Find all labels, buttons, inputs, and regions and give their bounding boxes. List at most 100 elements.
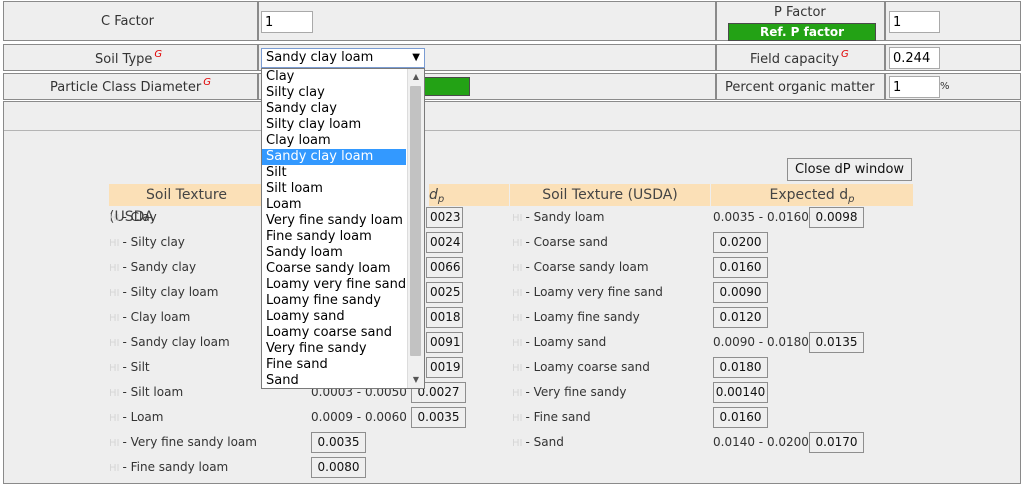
ref-p-factor-button[interactable]: Ref. P factor <box>728 23 876 41</box>
hi-marker: HI <box>512 313 523 324</box>
soil-type-option[interactable]: Fine sandy loam <box>262 229 406 245</box>
left-dp-value-button[interactable]: 0.0035 <box>411 407 466 428</box>
right-dp-value-button[interactable]: 0.0135 <box>809 332 864 353</box>
left-row-text: - Fine sandy loam <box>122 460 229 474</box>
p-factor-input-cell <box>885 1 1021 41</box>
left-row-label: HI - Clay <box>109 210 157 224</box>
right-dp-value-button[interactable]: 0.0098 <box>809 207 864 228</box>
soil-type-option[interactable]: Sandy clay <box>262 101 406 117</box>
field-capacity-text: Field capacity <box>750 52 840 67</box>
close-dp-window-button[interactable]: Close dP window <box>787 158 912 181</box>
soil-type-option[interactable]: Loamy very fine sand <box>262 277 406 293</box>
hi-marker: HI <box>109 438 120 449</box>
right-dp-value-button[interactable]: 0.0120 <box>713 307 768 328</box>
left-row-label: HI - Sandy clay loam <box>109 335 230 349</box>
soil-type-option[interactable]: Silt <box>262 165 406 181</box>
scroll-up-icon[interactable]: ▲ <box>408 69 424 85</box>
hi-marker: HI <box>109 263 120 274</box>
particle-class-text: Particle Class Diameter <box>50 80 202 95</box>
soil-type-option-list: Clay Silty clay Sandy clay Silty clay loam C… <box>262 69 424 388</box>
dp-window-panel: Close dP window Soil Texture (USDA dp So… <box>3 101 1021 484</box>
right-dp-range: 0.0140 - 0.0200 <box>713 435 809 449</box>
organic-matter-label: Percent organic matter <box>725 80 875 95</box>
dropdown-scrollbar[interactable]: ▲ ▼ <box>407 69 424 388</box>
right-dp-value-button[interactable]: 0.0180 <box>713 357 768 378</box>
right-dp-value-button[interactable]: 0.0090 <box>713 282 768 303</box>
soil-type-dropdown: Clay Silty clay Sandy clay Silty clay loam C… <box>261 68 425 389</box>
field-capacity-label-cell: Field capacity G <box>716 44 885 71</box>
right-expected-header-sub: p <box>848 194 855 205</box>
soil-type-option[interactable]: Loamy sand <box>262 309 406 325</box>
left-dp-value-button[interactable]: 0019 <box>426 357 463 378</box>
left-row-label: HI - Very fine sandy loam <box>109 435 257 449</box>
left-dp-value-button[interactable]: 0066 <box>426 257 463 278</box>
left-dp-range: 0.0009 - 0.0060 <box>311 410 407 424</box>
hi-marker: HI <box>512 238 523 249</box>
soil-type-option[interactable]: Coarse sandy loam <box>262 261 406 277</box>
chevron-down-icon: ▼ <box>412 52 420 63</box>
soil-type-option[interactable]: Very fine sandy <box>262 341 406 357</box>
soil-type-option[interactable]: Silty clay <box>262 85 406 101</box>
right-row-label: HI - Coarse sandy loam <box>512 260 649 274</box>
right-dp-value-button[interactable]: 0.0160 <box>713 407 768 428</box>
particle-class-green-button[interactable] <box>419 77 470 96</box>
left-expected-header-text: d <box>429 187 438 203</box>
left-row-text: - Clay <box>122 210 157 224</box>
left-dp-value-button[interactable]: 0018 <box>426 307 463 328</box>
soil-type-select[interactable]: Sandy clay loam ▼ <box>261 48 425 68</box>
scroll-thumb[interactable] <box>410 86 421 356</box>
soil-type-option[interactable]: Silty clay loam <box>262 117 406 133</box>
right-row-label: HI - Fine sand <box>512 410 591 424</box>
right-row-text: - Loamy coarse sand <box>525 360 650 374</box>
left-row-label: HI - Fine sandy loam <box>109 460 228 474</box>
soil-type-option[interactable]: Loamy fine sandy <box>262 293 406 309</box>
field-capacity-input[interactable] <box>889 47 940 69</box>
soil-type-label: Soil Type G <box>95 49 162 67</box>
soil-type-option[interactable]: Loam <box>262 197 406 213</box>
hi-marker: HI <box>512 288 523 299</box>
soil-type-option[interactable]: Sand <box>262 373 406 388</box>
soil-type-option[interactable]: Silt loam <box>262 181 406 197</box>
right-row-label: HI - Loamy sand <box>512 335 606 349</box>
right-row-label: HI - Loamy fine sandy <box>512 310 640 324</box>
right-row-label: HI - Very fine sandy <box>512 385 626 399</box>
soil-type-label-cell: Soil Type G <box>3 44 258 71</box>
soil-type-option[interactable]: Sandy loam <box>262 245 406 261</box>
right-expected-header-text: Expected d <box>769 187 849 203</box>
right-row-label: HI - Sandy loam <box>512 210 604 224</box>
right-dp-value-button[interactable]: 0.0170 <box>809 432 864 453</box>
left-dp-value-button[interactable]: 0091 <box>426 332 463 353</box>
scroll-down-icon[interactable]: ▼ <box>408 372 424 388</box>
left-dp-value-button[interactable]: 0023 <box>426 207 463 228</box>
left-dp-value-button[interactable]: 0024 <box>426 232 463 253</box>
organic-matter-input[interactable] <box>889 76 940 98</box>
soil-type-option[interactable]: Clay <box>262 69 406 85</box>
soil-type-option[interactable]: Very fine sandy loam <box>262 213 406 229</box>
soil-type-option[interactable]: Clay loam <box>262 133 406 149</box>
particle-class-label-cell: Particle Class Diameter G <box>3 73 258 100</box>
c-factor-input[interactable] <box>261 11 313 33</box>
hi-marker: HI <box>512 338 523 349</box>
right-dp-value-button[interactable]: 0.00140 <box>713 382 768 403</box>
hi-marker: HI <box>109 463 120 474</box>
left-row-text: - Clay loam <box>122 310 191 324</box>
soil-type-option[interactable]: Fine sand <box>262 357 406 373</box>
left-dp-value-button[interactable]: 0025 <box>426 282 463 303</box>
left-soil-texture-header: Soil Texture (USDA <box>109 184 264 225</box>
right-dp-value-button[interactable]: 0.0200 <box>713 232 768 253</box>
p-factor-input[interactable] <box>889 11 940 33</box>
left-row-label: HI - Silt loam <box>109 385 183 399</box>
soil-type-option[interactable]: Loamy coarse sand <box>262 325 406 341</box>
left-dp-value-button[interactable]: 0.0035 <box>311 432 366 453</box>
left-row-text: - Silt loam <box>122 385 184 399</box>
p-factor-label: P Factor <box>774 5 826 20</box>
right-row-label: HI - Loamy very fine sand <box>512 285 663 299</box>
left-expected-header: dp <box>429 184 509 206</box>
left-row-text: - Silt <box>122 360 150 374</box>
hi-marker: HI <box>512 263 523 274</box>
particle-class-g-marker: G <box>203 77 211 88</box>
left-dp-value-button[interactable]: 0.0080 <box>311 457 366 478</box>
right-dp-value-button[interactable]: 0.0160 <box>713 257 768 278</box>
soil-type-option[interactable]: Sandy clay loam <box>262 149 406 165</box>
hi-marker: HI <box>512 213 523 224</box>
